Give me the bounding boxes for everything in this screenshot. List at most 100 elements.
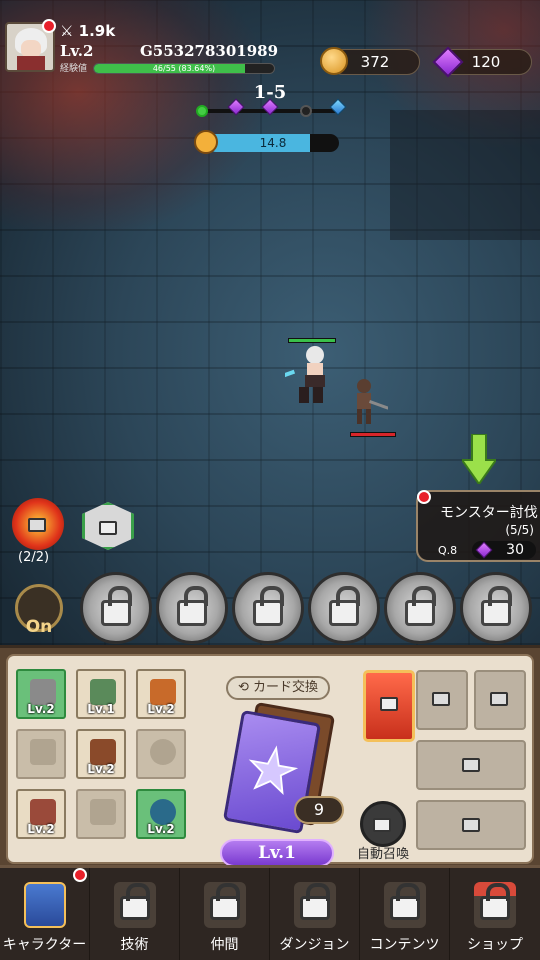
skill-count: (2/2) — [18, 550, 50, 565]
nav-label: ショップ — [467, 937, 523, 953]
locked-slot[interactable] — [416, 670, 468, 730]
equip-level: Lv.2 — [147, 702, 175, 716]
character-card-icon — [24, 882, 66, 928]
lock-icon — [432, 692, 450, 706]
nav-dungeon[interactable]: ダンジョン — [270, 868, 360, 960]
lock-icon — [474, 882, 516, 928]
equip-level: Lv.2 — [147, 822, 175, 836]
equip-fire[interactable] — [136, 729, 186, 779]
nav-character[interactable]: キャラクター — [0, 868, 90, 960]
equip-helmet[interactable] — [76, 789, 126, 839]
timer-text: 14.8 — [259, 136, 287, 150]
equip-shield[interactable]: Lv.2 — [136, 789, 186, 839]
gold-amount: 372 — [360, 53, 390, 71]
lock-icon — [253, 586, 284, 626]
mission-count: (5/5) — [505, 523, 534, 537]
nav-shop[interactable]: ショップ — [450, 868, 540, 960]
mission-reward: 30 — [472, 541, 536, 559]
nav-companion[interactable]: 仲間 — [180, 868, 270, 960]
equip-armor[interactable]: Lv.1 — [76, 669, 126, 719]
locked-slot-wide[interactable] — [416, 740, 526, 790]
skeleton-enemy — [357, 379, 388, 424]
enemy-hp-bar — [350, 432, 396, 437]
nav-label: ダンジョン — [279, 937, 350, 953]
skill-slot-locked[interactable] — [384, 572, 456, 644]
lock-icon — [481, 586, 512, 626]
helmet-icon — [90, 799, 116, 825]
quest-number: Q.8 — [438, 544, 458, 557]
auto-summon-button[interactable]: 自動召喚 — [353, 801, 413, 862]
lock-icon — [462, 758, 480, 772]
lock-icon — [490, 692, 508, 706]
equip-belt[interactable]: Lv.2 — [16, 789, 66, 839]
swap-icon: ⟲ — [237, 680, 253, 695]
skill-slot-locked[interactable] — [80, 572, 152, 644]
auto-summon-label: 自動召喚 — [356, 847, 409, 862]
locked-slot-wide[interactable] — [416, 800, 526, 850]
equip-sword[interactable]: Lv.2 — [16, 669, 66, 719]
exp-bar: 46/55 (83.64%) — [93, 63, 275, 74]
progress-node — [300, 105, 312, 117]
lock-icon — [114, 882, 156, 928]
skill-slot-locked[interactable] — [460, 572, 532, 644]
equip-level: Lv.1 — [87, 702, 115, 716]
mission-notification-dot — [417, 490, 431, 504]
reward-amount: 30 — [506, 542, 524, 558]
lock-icon — [462, 818, 480, 832]
sword-icon: ⚔ — [60, 22, 79, 40]
equip-pants[interactable] — [16, 729, 66, 779]
lock-icon — [373, 818, 391, 832]
nav-label: 仲間 — [210, 937, 239, 953]
stage-progress — [196, 98, 347, 117]
nav-label: キャラクター — [2, 937, 87, 953]
coin-icon — [320, 47, 348, 75]
equip-bracer[interactable]: Lv.2 — [136, 669, 186, 719]
skill-slot-locked[interactable] — [232, 572, 304, 644]
summon-level-button[interactable]: Lv.1 — [220, 839, 334, 867]
summon-panel: Lv.2 Lv.1 Lv.2 Lv.2 Lv.2 Lv.2 ⟲ カード交換 9 … — [0, 645, 540, 867]
fire-icon — [150, 739, 176, 765]
mission-panel[interactable]: モンスター討伐 (5/5) Q.8 30 — [416, 490, 540, 562]
nav-contents[interactable]: コンテンツ — [360, 868, 450, 960]
nav-label: 技術 — [120, 937, 149, 953]
lock-icon — [329, 586, 360, 626]
exp-text: 46/55 (83.64%) — [152, 64, 216, 73]
bottom-nav: キャラクター 技術 仲間 ダンジョン コンテンツ ショップ — [0, 865, 540, 960]
card-count: 9 — [294, 796, 344, 824]
arrow-down-icon — [462, 434, 496, 484]
nav-notification-dot — [73, 868, 87, 882]
skill-slot-locked[interactable] — [308, 572, 380, 644]
lock-icon — [384, 882, 426, 928]
auto-toggle-label: On — [25, 617, 53, 637]
locked-slot[interactable] — [474, 670, 526, 730]
card-exchange-button[interactable]: ⟲ カード交換 — [226, 676, 330, 700]
lock-icon — [177, 586, 208, 626]
player-id: G553278301989 — [140, 42, 279, 60]
player-level: Lv.2 — [60, 42, 94, 60]
equip-level: Lv.2 — [87, 762, 115, 776]
lock-icon — [380, 697, 398, 711]
gem-amount: 120 — [471, 53, 501, 71]
nav-label: コンテンツ — [369, 937, 440, 953]
progress-node — [196, 105, 208, 117]
pants-icon — [30, 739, 56, 765]
lock-icon — [405, 586, 436, 626]
skill-fire-button[interactable] — [12, 498, 64, 550]
hero-character — [285, 346, 325, 403]
lock-icon — [204, 882, 246, 928]
auto-skill-toggle[interactable]: On — [15, 584, 63, 637]
gem-icon — [475, 541, 493, 559]
equip-boots[interactable]: Lv.2 — [76, 729, 126, 779]
red-card-slot[interactable] — [363, 670, 415, 742]
combat-power: ⚔ 1.9k — [60, 22, 116, 40]
equip-level: Lv.2 — [27, 822, 55, 836]
dungeon-wall — [390, 110, 540, 240]
lock-icon — [294, 882, 336, 928]
stopwatch-icon — [194, 130, 218, 154]
stage-timer: 14.8 — [207, 134, 339, 152]
skill-slot-locked[interactable] — [156, 572, 228, 644]
hero-hp-bar — [288, 338, 336, 343]
battle-scene: ⚔ 1.9k Lv.2 経験値 G553278301989 46/55 (83.… — [0, 0, 540, 645]
nav-skill[interactable]: 技術 — [90, 868, 180, 960]
lock-icon — [101, 586, 132, 626]
